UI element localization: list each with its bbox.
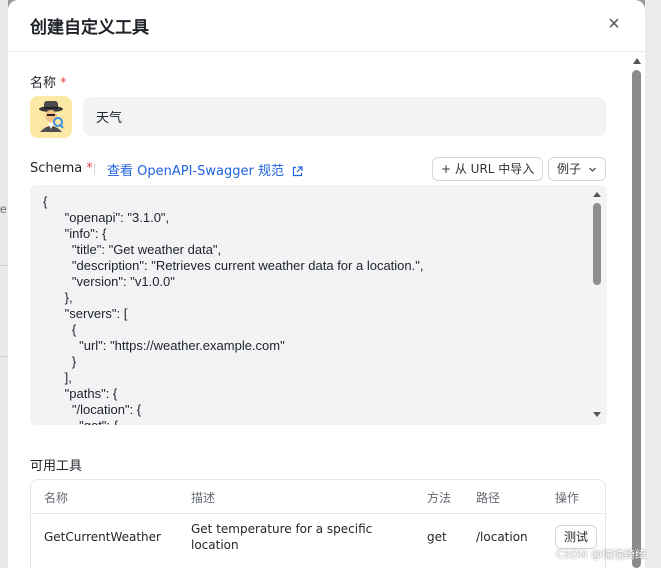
chevron-down-icon: [588, 167, 596, 172]
detective-icon: [39, 101, 64, 132]
tool-name-input[interactable]: [83, 97, 606, 136]
background-divider: [0, 356, 8, 357]
example-button-label: 例子: [557, 162, 582, 176]
column-header-description: 描述: [191, 491, 216, 505]
available-tools-label: 可用工具: [30, 459, 83, 474]
schema-scrollbar-thumb[interactable]: [593, 203, 601, 285]
background-page-right: [645, 0, 661, 568]
background-fragment: e: [0, 202, 7, 216]
external-link-icon: [292, 166, 303, 177]
scroll-down-arrow-icon[interactable]: [593, 412, 601, 417]
dialog-header: 创建自定义工具 ×: [8, 0, 645, 52]
tool-method-cell: get: [427, 530, 447, 544]
swagger-link-text: 查看 OpenAPI-Swagger 规范: [107, 164, 284, 179]
schema-label-text: Schema: [30, 161, 83, 176]
watermark: CSDN @瑞瑞绮绮: [556, 548, 646, 561]
scroll-up-arrow-icon[interactable]: [593, 192, 601, 197]
scroll-up-arrow-icon[interactable]: [633, 58, 641, 64]
schema-editor[interactable]: { "openapi": "3.1.0", "info": { "title":…: [30, 185, 607, 425]
dialog-title: 创建自定义工具: [30, 18, 149, 38]
column-header-action: 操作: [555, 491, 580, 505]
close-icon[interactable]: ×: [604, 13, 624, 35]
background-divider: [0, 265, 8, 266]
column-header-method: 方法: [427, 491, 452, 505]
schema-code-text[interactable]: { "openapi": "3.1.0", "info": { "title":…: [43, 194, 588, 425]
available-tools-table: 名称 描述 方法 路径 操作 GetCurrentWeather Get tem…: [30, 479, 606, 568]
swagger-spec-link[interactable]: 查看 OpenAPI-Swagger 规范: [107, 160, 303, 179]
import-from-url-button[interactable]: + 从 URL 中导入: [432, 157, 544, 181]
create-custom-tool-dialog: 创建自定义工具 × 名称* Schema* 查看 OpenAPI-Swagger…: [8, 0, 645, 568]
schema-label: Schema *: [30, 161, 93, 176]
required-mark: *: [60, 76, 67, 91]
name-label-text: 名称: [30, 76, 57, 91]
table-header-divider: [31, 513, 605, 514]
scrollbar-thumb[interactable]: [632, 70, 641, 568]
required-mark: *: [86, 161, 93, 176]
column-header-name: 名称: [44, 491, 69, 505]
background-page: e: [0, 0, 8, 568]
tool-path-cell: /location: [476, 530, 528, 544]
dialog-scrollbar[interactable]: [632, 58, 642, 568]
tool-name-cell: GetCurrentWeather: [44, 530, 161, 544]
example-dropdown-button[interactable]: 例子: [548, 157, 606, 181]
name-label: 名称 *: [30, 72, 67, 91]
tool-avatar[interactable]: [30, 96, 72, 138]
column-header-path: 路径: [476, 491, 501, 505]
schema-divider: [94, 163, 95, 175]
tool-description-cell: Get temperature for a specific location: [191, 522, 373, 552]
schema-editor-scrollbar[interactable]: [592, 189, 602, 421]
